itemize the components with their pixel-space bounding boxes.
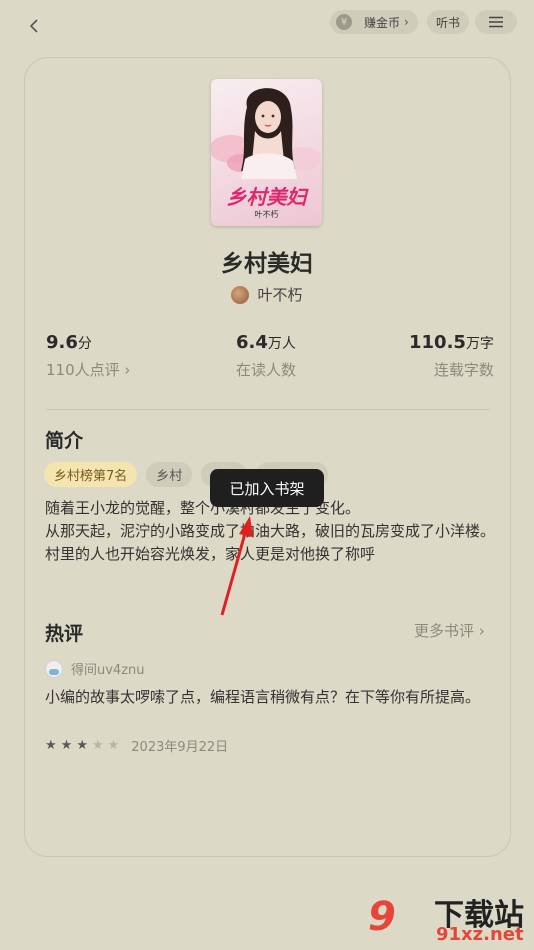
- chevron-left-icon: [29, 19, 38, 33]
- listen-button[interactable]: 听书: [427, 10, 469, 34]
- coin-icon: ¥: [336, 14, 352, 30]
- synopsis[interactable]: 随着王小龙的觉醒，整个小溪村都发生了变化。 从那天起，泥泞的小路变成了柏油大路，…: [45, 497, 495, 566]
- tag-rank[interactable]: 乡村榜第7名: [44, 462, 138, 487]
- book-title: 乡村美妇: [221, 251, 313, 277]
- review-text[interactable]: 小编的故事太啰嗦了点，编程语言稍微有点？在下等你有所提高。: [45, 686, 495, 709]
- intro-heading: 简介: [45, 430, 84, 452]
- word-count-unit: 万字: [465, 336, 494, 352]
- rating-count-link[interactable]: 110人点评 ›: [46, 359, 130, 380]
- site-watermark: 9 下载站 91xz.net: [360, 888, 532, 948]
- top-bar: ¥ 赚金币 › 听书: [0, 0, 534, 44]
- author-name: 叶不朽: [257, 286, 303, 304]
- review-date: 2023年9月22日: [131, 740, 229, 755]
- word-count-stat: 110.5万字 连载字数: [409, 332, 494, 380]
- watermark-logo: 9: [368, 894, 396, 940]
- readers-value: 6.4: [236, 332, 268, 353]
- rating-value: 9.6: [46, 332, 78, 353]
- star-icon: ★: [91, 738, 104, 753]
- synopsis-line: 村里的人也开始容光焕发，家人更是对他换了称呼: [45, 545, 376, 563]
- earn-coins-button[interactable]: ¥ 赚金币 ›: [330, 10, 418, 34]
- author-row[interactable]: 叶不朽: [0, 284, 534, 305]
- back-button[interactable]: [22, 14, 46, 38]
- cover-title-art: 乡村美妇: [226, 185, 307, 209]
- word-count-value: 110.5: [409, 332, 466, 353]
- rating-stat[interactable]: 9.6分 110人点评 ›: [46, 332, 130, 380]
- watermark-url: 91xz.net: [436, 924, 524, 945]
- earn-coins-label: 赚金币: [364, 15, 401, 30]
- hot-reviews-heading: 热评: [45, 623, 84, 645]
- star-icon: ★: [76, 738, 88, 753]
- synopsis-line: 从那天起，泥泞的小路变成了柏油大路，破旧的瓦房变成了小洋楼。: [45, 522, 496, 540]
- more-reviews-link[interactable]: 更多书评 ›: [414, 620, 485, 641]
- menu-button[interactable]: [475, 10, 517, 34]
- hamburger-menu-icon: [489, 16, 503, 28]
- book-cover[interactable]: 乡村美妇 叶不朽: [211, 79, 322, 226]
- chevron-right-icon: ›: [404, 15, 409, 29]
- star-icon: ★: [45, 738, 57, 753]
- reviewer-name: 得间uv4znu: [71, 663, 145, 678]
- review-rating-row: ★ ★ ★ ★ ★ 2023年9月22日: [45, 736, 228, 755]
- star-icon: ★: [107, 738, 120, 753]
- avatar: [45, 659, 63, 678]
- listen-label: 听书: [435, 15, 460, 30]
- toast-added-to-shelf: 已加入书架: [210, 469, 324, 507]
- author-avatar: [231, 285, 250, 304]
- rating-unit: 分: [77, 336, 92, 352]
- word-count-label: 连载字数: [433, 361, 494, 379]
- readers-label: 在读人数: [236, 361, 297, 379]
- divider: [46, 409, 490, 410]
- star-icon: ★: [60, 738, 73, 753]
- readers-stat: 6.4万人 在读人数: [236, 332, 296, 380]
- cover-author-art: 叶不朽: [254, 210, 279, 219]
- readers-unit: 万人: [267, 336, 296, 352]
- reviewer[interactable]: 得间uv4znu: [45, 659, 145, 678]
- tag-village[interactable]: 乡村: [146, 462, 193, 487]
